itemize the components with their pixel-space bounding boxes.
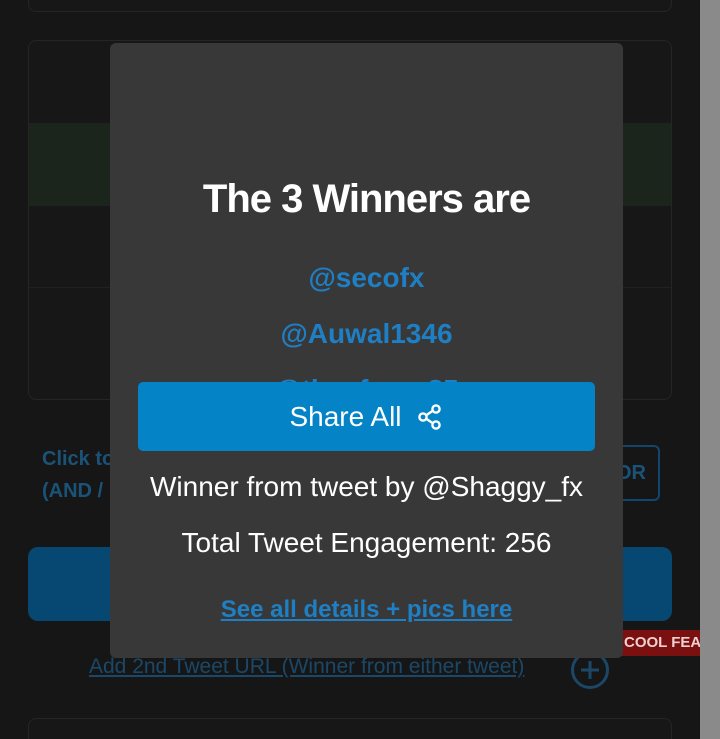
modal-title: The 3 Winners are xyxy=(202,177,531,221)
share-all-label: Share All xyxy=(289,400,402,432)
scrollbar[interactable] xyxy=(700,0,720,739)
winner-handle-link[interactable]: @secofx xyxy=(110,261,623,295)
winners-modal: The 3 Winners are @secofx @Auwal1346 @th… xyxy=(110,43,623,658)
details-link[interactable]: See all details + pics here xyxy=(110,595,623,625)
share-icon xyxy=(417,403,441,430)
engagement-text: Total Tweet Engagement: 256 xyxy=(181,527,552,558)
share-all-button[interactable]: Share All xyxy=(138,382,595,451)
winner-handle-link[interactable]: @Auwal1346 xyxy=(110,317,623,351)
source-tweet-text: Winner from tweet by @Shaggy_fx xyxy=(149,471,584,502)
